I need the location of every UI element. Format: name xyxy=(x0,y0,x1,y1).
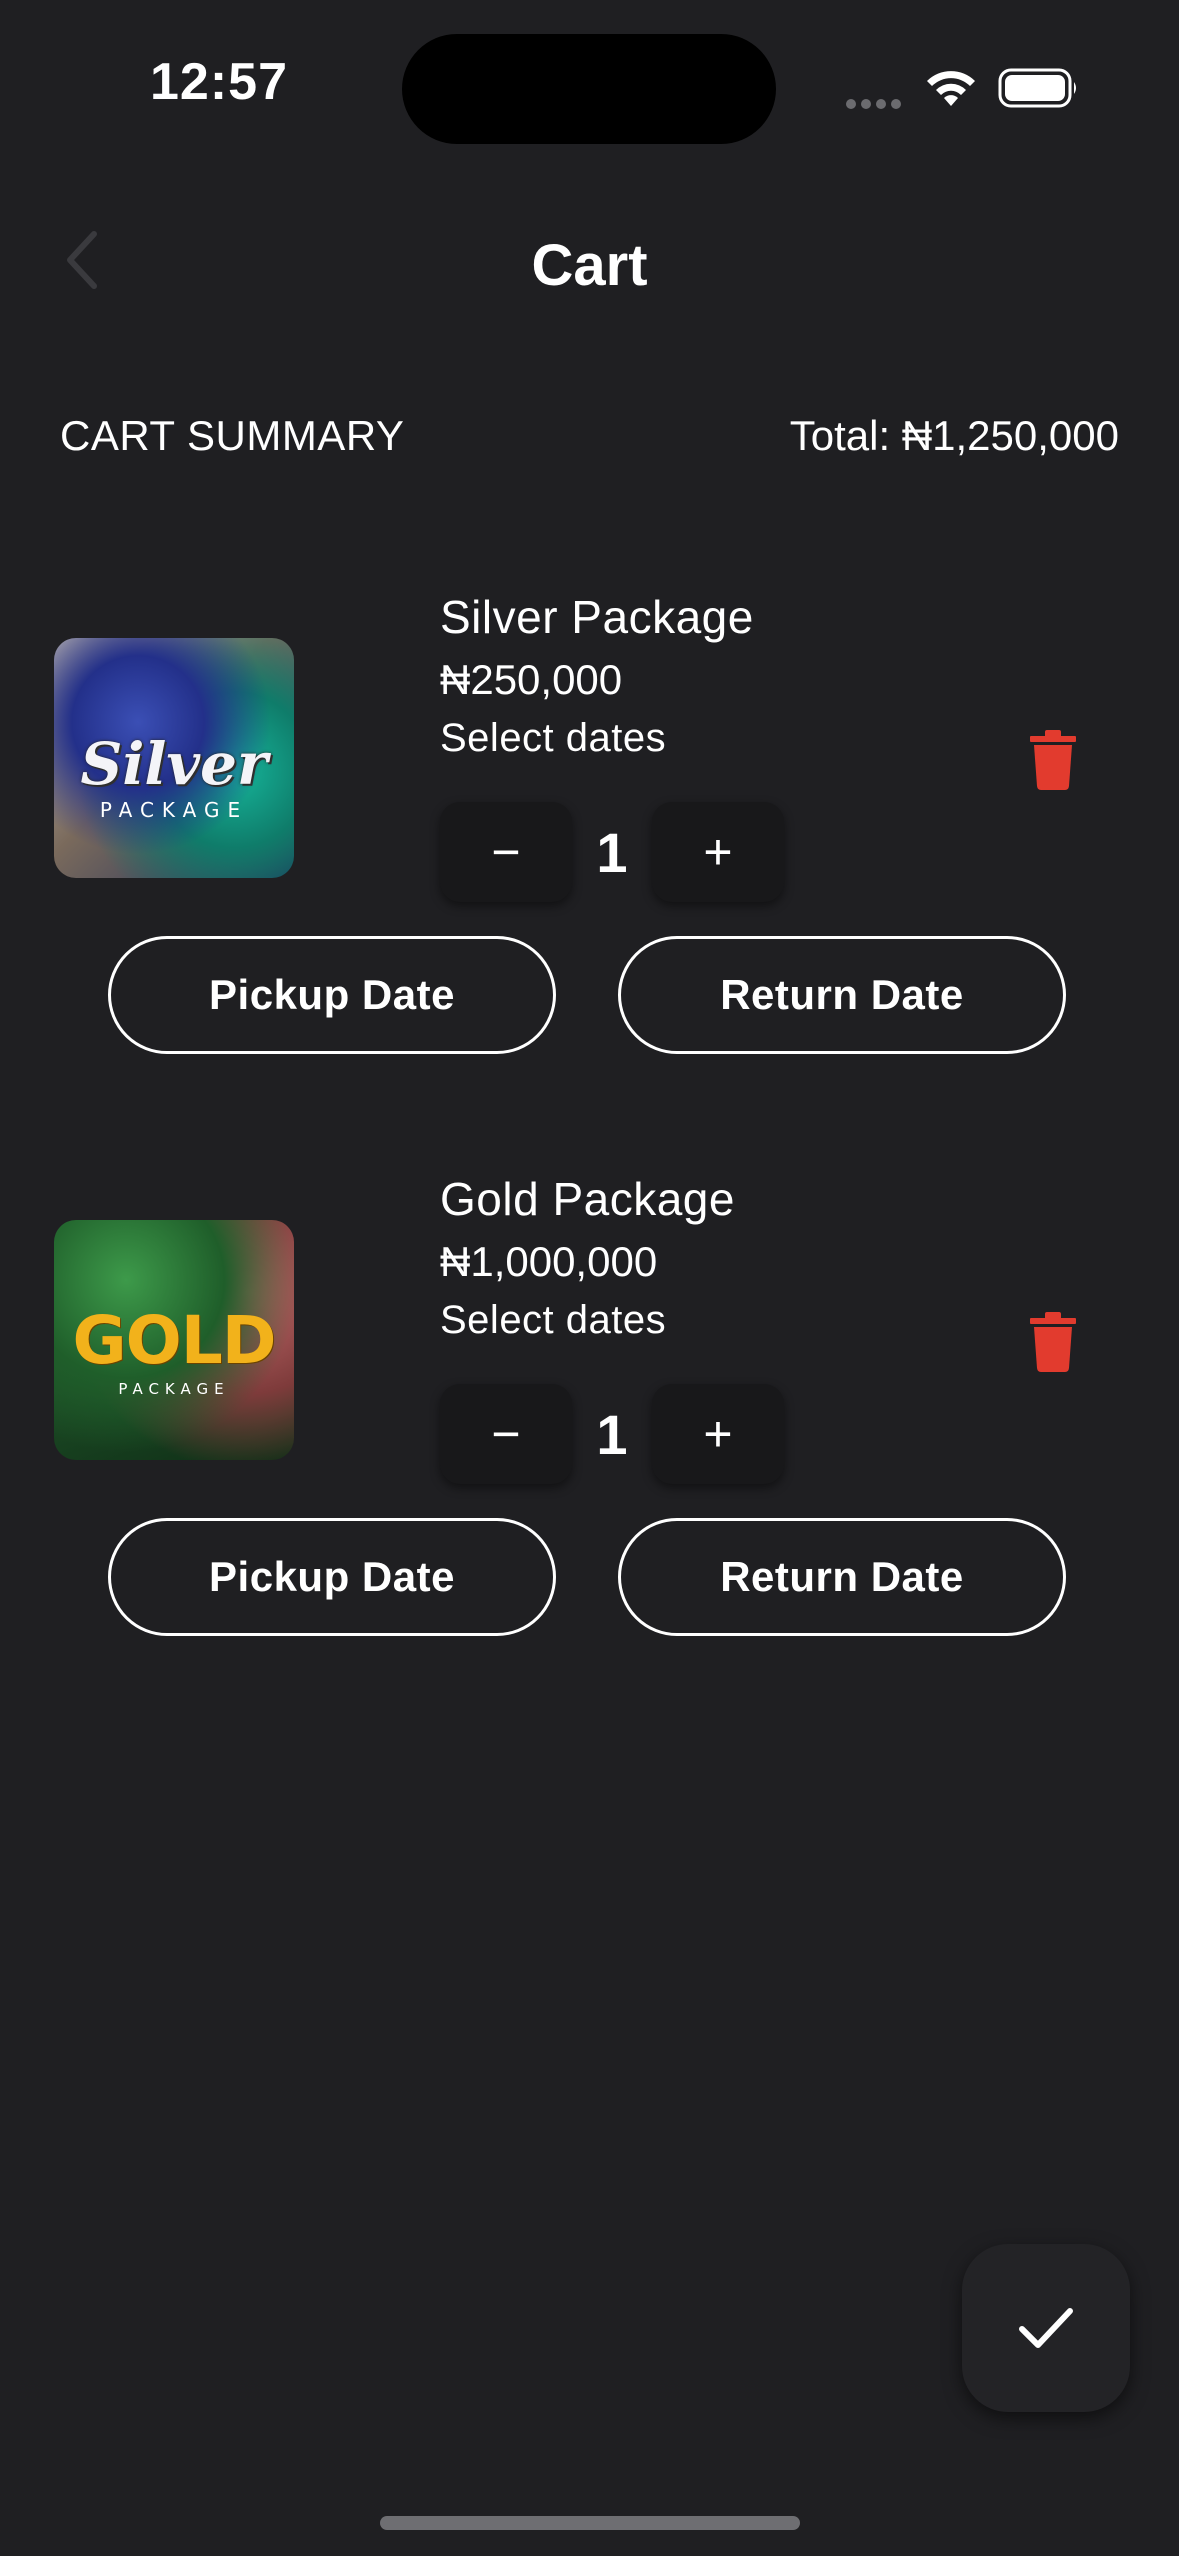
item-name: Gold Package xyxy=(440,1173,735,1225)
signal-icon xyxy=(846,96,906,109)
quantity-value: 1 xyxy=(596,1402,628,1466)
package-thumbnail[interactable]: GOLD PACKAGE xyxy=(54,1220,294,1460)
package-thumbnail[interactable]: Silver PACKAGE xyxy=(54,638,294,878)
home-indicator[interactable] xyxy=(380,2516,800,2530)
battery-icon xyxy=(998,68,1076,108)
cart-total: Total: ₦1,250,000 xyxy=(789,412,1119,459)
increment-button[interactable]: + xyxy=(652,802,784,902)
status-time: 12:57 xyxy=(150,53,288,111)
checkmark-icon xyxy=(1019,2308,1073,2348)
thumbnail-subtitle: PACKAGE xyxy=(118,1380,230,1398)
quantity-stepper: − 1 + xyxy=(440,802,784,902)
pickup-date-button[interactable]: Pickup Date xyxy=(108,1518,556,1636)
trash-icon[interactable] xyxy=(1028,730,1078,790)
item-name: Silver Package xyxy=(440,591,754,643)
thumbnail-subtitle: PACKAGE xyxy=(99,798,249,822)
decrement-button[interactable]: − xyxy=(440,1384,572,1484)
thumbnail-title: Silver xyxy=(80,730,268,798)
cart-summary-label: CART SUMMARY xyxy=(60,412,405,459)
minus-icon: − xyxy=(491,1406,521,1462)
trash-icon[interactable] xyxy=(1028,1312,1078,1372)
item-price: ₦1,000,000 xyxy=(440,1238,658,1285)
increment-button[interactable]: + xyxy=(652,1384,784,1484)
thumbnail-title: GOLD xyxy=(72,1302,276,1379)
pickup-date-button[interactable]: Pickup Date xyxy=(108,936,556,1054)
quantity-stepper: − 1 + xyxy=(440,1384,784,1484)
quantity-value: 1 xyxy=(596,820,628,884)
return-date-button[interactable]: Return Date xyxy=(618,1518,1066,1636)
select-dates-label: Select dates xyxy=(440,1298,667,1342)
wifi-icon xyxy=(927,71,975,106)
return-date-button[interactable]: Return Date xyxy=(618,936,1066,1054)
confirm-button[interactable] xyxy=(962,2244,1130,2412)
cart-item: GOLD PACKAGE Gold Package ₦1,000,000 Sel… xyxy=(0,1162,1179,1662)
decrement-button[interactable]: − xyxy=(440,802,572,902)
cart-item: Silver PACKAGE Silver Package ₦250,000 S… xyxy=(0,580,1179,1080)
dynamic-island xyxy=(402,34,776,144)
plus-icon: + xyxy=(703,1406,733,1462)
page-title: Cart xyxy=(531,233,648,298)
select-dates-label: Select dates xyxy=(440,716,667,760)
minus-icon: − xyxy=(491,824,521,880)
plus-icon: + xyxy=(703,824,733,880)
item-price: ₦250,000 xyxy=(440,656,623,703)
